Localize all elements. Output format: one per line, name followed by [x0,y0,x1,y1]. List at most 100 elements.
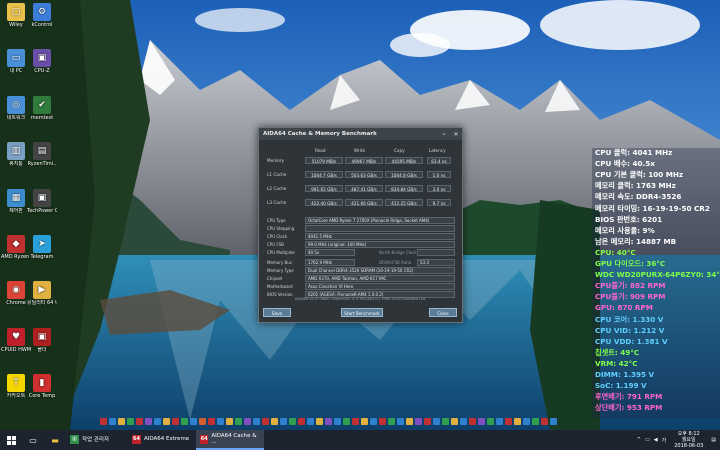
quicklaunch-icon[interactable] [163,418,170,425]
app-icon: ✔ [33,95,51,114]
app-icon: ◆ [7,235,25,253]
info-value: Dual Channel DDR4-3526 SDRAM (16-19-19-5… [305,267,455,274]
osd-sensor-line: 칩셋트: 49°C [595,347,640,357]
quicklaunch-icon[interactable] [127,418,134,425]
save-button[interactable]: Save [263,308,291,317]
benchmark-copy-value: 44595 MB/s [385,157,423,164]
desktop-icon[interactable]: ▣ CPU-Z [27,49,57,74]
info-row: CPU Stepping [267,225,457,232]
info-value: 1762.9 MHz [305,259,355,266]
tray-up-arrow-icon[interactable]: ^ [637,437,641,443]
quicklaunch-icon[interactable] [307,418,314,425]
aida64-benchmark-window[interactable]: AIDA64 Cache & Memory Benchmark – ✕ Read… [258,127,463,323]
quicklaunch-icon[interactable] [379,418,386,425]
quicklaunch-icon[interactable] [505,418,512,425]
taskbar-task-button[interactable]: 64 AIDA64 Extreme [128,430,196,450]
window-titlebar[interactable]: AIDA64 Cache & Memory Benchmark – ✕ [259,128,462,140]
quicklaunch-strip [100,418,559,427]
quicklaunch-icon[interactable] [244,418,251,425]
quicklaunch-icon[interactable] [280,418,287,425]
osd-sensor-line: SoC: 1.199 V [595,381,647,391]
desktop-icon[interactable]: ▤ RyzenTimi.. [27,142,57,167]
quicklaunch-icon[interactable] [343,418,350,425]
quicklaunch-icon[interactable] [469,418,476,425]
quicklaunch-icon[interactable] [181,418,188,425]
file-explorer-icon[interactable]: ▬ [44,430,66,450]
benchmark-latency-value: 63.4 ns [427,157,451,164]
desktop-icon[interactable]: ▣TechPower GPU-Z [27,188,57,214]
start-button[interactable] [0,430,22,450]
quicklaunch-icon[interactable] [235,418,242,425]
close-button[interactable]: Close [429,308,457,317]
quicklaunch-icon[interactable] [352,418,359,425]
desktop-icon[interactable]: ➤ Telegram [27,235,57,260]
quicklaunch-icon[interactable] [433,418,440,425]
quicklaunch-icon[interactable] [460,418,467,425]
quicklaunch-icon[interactable] [541,418,548,425]
benchmark-write-value: 503.63 GB/s [345,171,383,178]
desktop-icon[interactable]: ✔ memtest [27,95,57,121]
taskbar-clock[interactable]: 오후 8:12 월요일 2018-06-03 [674,431,703,449]
quicklaunch-icon[interactable] [388,418,395,425]
quicklaunch-icon[interactable] [298,418,305,425]
quicklaunch-icon[interactable] [145,418,152,425]
quicklaunch-icon[interactable] [289,418,296,425]
quicklaunch-icon[interactable] [208,418,215,425]
quicklaunch-icon[interactable] [118,418,125,425]
quicklaunch-icon[interactable] [424,418,431,425]
quicklaunch-icon[interactable] [415,418,422,425]
quicklaunch-icon[interactable] [532,418,539,425]
quicklaunch-icon[interactable] [406,418,413,425]
quicklaunch-icon[interactable] [523,418,530,425]
quicklaunch-icon[interactable] [487,418,494,425]
quicklaunch-icon[interactable] [478,418,485,425]
quicklaunch-icon[interactable] [190,418,197,425]
quicklaunch-icon[interactable] [226,418,233,425]
taskbar-task-button[interactable]: 64 AIDA64 Cache & ... [196,430,264,450]
quicklaunch-icon[interactable] [217,418,224,425]
desktop-icon[interactable]: ▶유틸리티 64 비트 [27,281,57,306]
benchmark-row-label: L3 Cache [267,200,287,205]
app-icon: ♥ [7,327,25,346]
quicklaunch-icon[interactable] [361,418,368,425]
quicklaunch-icon[interactable] [370,418,377,425]
osd-sensor-line: CPU 기본 클럭: 100 MHz [595,170,684,180]
quicklaunch-icon[interactable] [271,418,278,425]
volume-icon[interactable]: ◀ [654,437,658,443]
network-icon[interactable]: ▭ [645,437,650,443]
quicklaunch-icon[interactable] [154,418,161,425]
desktop-icon[interactable]: ▣ 폴더 [27,327,57,353]
osd-sensor-line: WDC WD20PURX-64P6ZY0: 34°C [595,270,720,280]
benchmark-copy-value: 412.25 GB/s [385,199,423,206]
desktop-icon-label: memtest [30,114,54,121]
close-icon[interactable]: ✕ [450,131,462,138]
quicklaunch-icon[interactable] [397,418,404,425]
task-view-icon[interactable]: ▭ [22,430,44,450]
quicklaunch-icon[interactable] [136,418,143,425]
taskbar-task-button[interactable]: ▥ 작업 관리자 [66,430,128,450]
desktop-icon[interactable]: ⚙ kControl [27,3,57,28]
input-language[interactable]: 가 [662,437,667,444]
quicklaunch-icon[interactable] [325,418,332,425]
quicklaunch-icon[interactable] [109,418,116,425]
quicklaunch-icon[interactable] [451,418,458,425]
quicklaunch-icon[interactable] [262,418,269,425]
osd-sensor-line: 메모리 클럭: 1763 MHz [595,181,676,191]
desktop-icon[interactable]: ▮ Core Temp [27,374,57,399]
osd-sensor-line: 후면배기: 791 RPM [595,392,663,402]
quicklaunch-icon[interactable] [172,418,179,425]
quicklaunch-icon[interactable] [334,418,341,425]
quicklaunch-icon[interactable] [550,418,557,425]
notification-icon[interactable]: ▤ [711,437,716,443]
quicklaunch-icon[interactable] [316,418,323,425]
quicklaunch-icon[interactable] [100,418,107,425]
quicklaunch-icon[interactable] [442,418,449,425]
benchmark-read-value: 51079 MB/s [305,157,343,164]
quicklaunch-icon[interactable] [199,418,206,425]
quicklaunch-icon[interactable] [253,418,260,425]
minimize-icon[interactable]: – [438,131,450,138]
quicklaunch-icon[interactable] [514,418,521,425]
start-benchmark-button[interactable]: Start Benchmark [341,308,383,317]
app-icon: ⚙ [33,3,51,21]
quicklaunch-icon[interactable] [496,418,503,425]
